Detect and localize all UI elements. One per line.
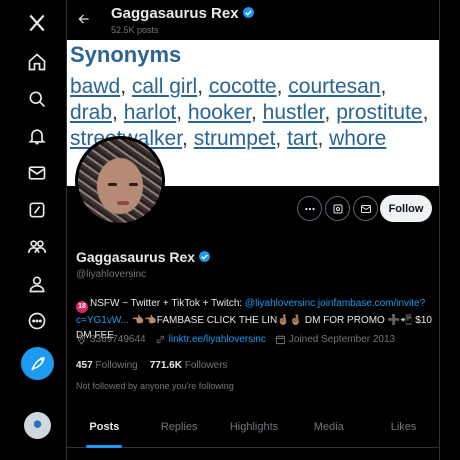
grok-summary-icon — [333, 204, 342, 213]
avatar-eye — [108, 183, 117, 186]
profile-column: Gaggasaurus Rex 52.5K posts Synonyms baw… — [66, 0, 440, 460]
banner-word: hustler — [262, 101, 325, 124]
header-post-count: 52.5K posts — [111, 25, 159, 35]
more-icon[interactable] — [26, 310, 48, 332]
post-button[interactable] — [21, 347, 54, 380]
profile-avatar[interactable] — [75, 136, 165, 226]
avatar-lips — [117, 201, 129, 205]
messages-icon[interactable] — [26, 162, 48, 184]
grok-icon[interactable] — [26, 199, 48, 221]
joined-item: Joined September 2013 — [275, 334, 395, 345]
location-pin-icon — [77, 334, 86, 345]
profile-header: Gaggasaurus Rex 52.5K posts — [67, 0, 439, 40]
notifications-icon[interactable] — [26, 125, 48, 147]
banner-word: drab — [70, 101, 113, 124]
more-options-button[interactable] — [297, 196, 322, 221]
tab-highlights[interactable]: Highlights — [217, 412, 292, 447]
x-logo-icon[interactable] — [26, 12, 48, 34]
location-item: 3369749644 — [76, 334, 146, 345]
account-avatar[interactable] — [24, 412, 51, 439]
header-name: Gaggasaurus Rex — [111, 5, 255, 22]
profile-handle: @liyahloversinc — [76, 269, 147, 280]
profile-name: Gaggasaurus Rex — [76, 249, 211, 265]
banner-word: cocotte — [208, 75, 277, 98]
profile-tabs: Posts Replies Highlights Media Likes — [67, 412, 439, 448]
verified-badge-icon — [242, 7, 254, 18]
calendar-icon — [275, 335, 285, 345]
tab-replies[interactable]: Replies — [142, 412, 217, 447]
followers-stat[interactable]: 771.6K Followers — [150, 360, 228, 371]
banner-word: tart — [287, 127, 318, 150]
banner-word: hooker — [187, 101, 251, 124]
tab-posts[interactable]: Posts — [67, 412, 142, 447]
banner-word: call girl — [131, 75, 198, 98]
ellipsis-icon — [304, 207, 315, 210]
explore-icon[interactable] — [26, 88, 48, 110]
banner-word: courtesan — [288, 75, 381, 98]
profile-meta: 3369749644 linktr.ee/liyahloversinc Join… — [76, 334, 436, 345]
verified-badge-icon — [199, 251, 210, 262]
not-followed-note: Not followed by anyone you're following — [76, 381, 234, 391]
message-button[interactable] — [353, 196, 378, 221]
banner-word: harlot — [123, 101, 177, 124]
post-icon — [30, 356, 45, 371]
bio-text: NSFW ~ Twitter + TikTok + Twitch: — [90, 298, 245, 309]
following-stat[interactable]: 457 Following — [76, 360, 138, 371]
home-icon[interactable] — [26, 51, 48, 73]
communities-icon[interactable] — [26, 236, 48, 258]
banner-title: Synonyms — [70, 42, 182, 67]
envelope-icon — [360, 204, 371, 213]
website-item[interactable]: linktr.ee/liyahloversinc — [155, 334, 266, 345]
age-18-badge: 18 — [76, 301, 88, 313]
follow-button[interactable]: Follow — [380, 195, 432, 222]
link-icon — [156, 335, 164, 344]
banner-word: prostitute — [336, 101, 423, 124]
banner-word: bawd — [70, 75, 121, 98]
tab-media[interactable]: Media — [291, 412, 366, 447]
back-arrow-icon[interactable] — [75, 10, 93, 28]
banner-word: whore — [329, 127, 387, 150]
follow-stats: 457 Following 771.6K Followers — [76, 360, 228, 371]
sidebar-nav — [0, 0, 66, 460]
tab-likes[interactable]: Likes — [366, 412, 439, 447]
avatar-eye — [129, 183, 138, 186]
grok-profile-button[interactable] — [325, 196, 350, 221]
profile-icon[interactable] — [26, 273, 48, 295]
banner-word: strumpet — [193, 127, 276, 150]
